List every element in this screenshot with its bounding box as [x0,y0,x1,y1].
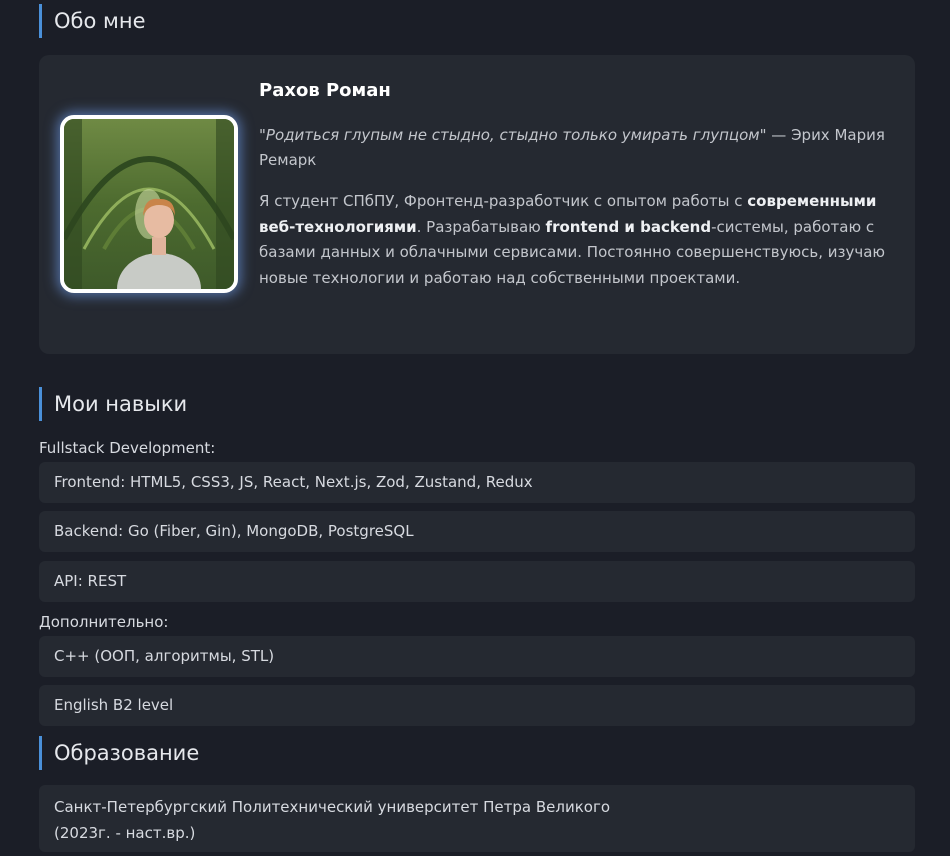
bio-text: . Разрабатываю [416,217,546,236]
skills-group-fullstack-label: Fullstack Development: [39,439,216,457]
bio-text: Я студент СПбПУ, Фронтенд-разработчик с … [259,192,748,210]
profile-name: Рахов Роман [259,80,391,101]
skill-item: API: REST [39,561,915,602]
about-title: Обо мне [39,4,146,38]
skills-group-extra-label: Дополнительно: [39,613,169,631]
education-institution: Санкт-Петербургский Политехнический унив… [54,798,611,816]
profile-bio: Я студент СПбПУ, Фронтенд-разработчик с … [259,189,899,291]
profile-photo [60,115,238,293]
skill-item: English B2 level [39,685,915,726]
bio-highlight: frontend и backend [545,217,712,236]
about-text: Рахов Роман "Родиться глупым не стыдно, … [259,79,899,291]
skill-item: Frontend: HTML5, CSS3, JS, React, Next.j… [39,462,915,503]
about-card: Рахов Роман "Родиться глупым не стыдно, … [39,55,915,354]
education-title: Образование [39,736,199,770]
profile-quote: "Родиться глупым не стыдно, стыдно тольк… [259,123,899,173]
education-item: Санкт-Петербургский Политехнический унив… [39,785,915,852]
page: Обо мне Рахов Роман "Родиться глупым не … [0,0,950,856]
skills-title: Мои навыки [39,387,187,421]
skill-item: Backend: Go (Fiber, Gin), MongoDB, Postg… [39,511,915,552]
education-period: (2023г. - наст.вр.) [54,824,196,842]
skill-item: C++ (ООП, алгоритмы, STL) [39,636,915,677]
quote-text: "Родиться глупым не стыдно, стыдно тольк… [259,126,767,144]
